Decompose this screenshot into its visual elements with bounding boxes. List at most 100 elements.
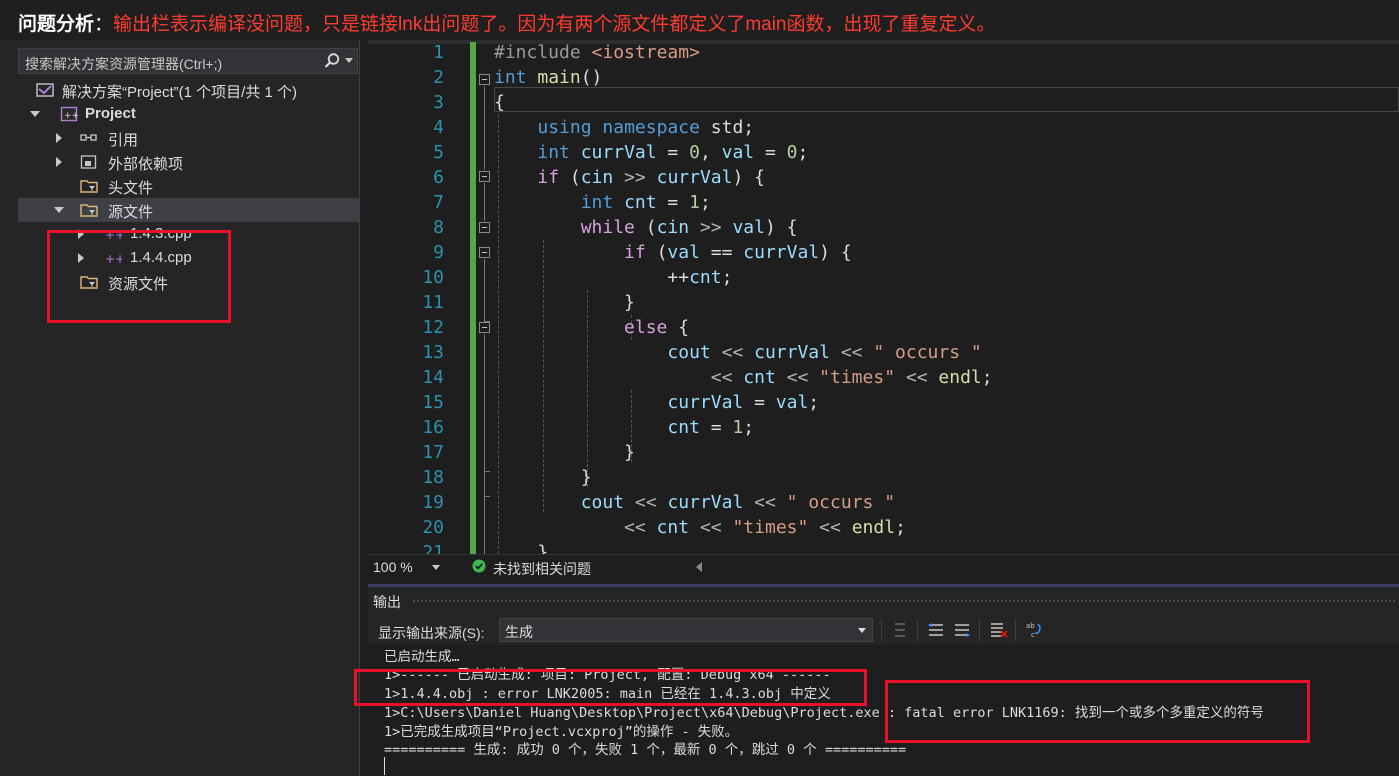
- current-line-highlight: [494, 87, 1399, 112]
- collapse-icon[interactable]: [479, 247, 490, 258]
- solution-label: 解决方案“Project”(1 个项目/共 1 个): [62, 84, 298, 101]
- search-icon[interactable]: [323, 52, 341, 70]
- line-number: 11: [422, 292, 444, 313]
- code-line: int main(): [494, 67, 603, 88]
- scroll-left-icon[interactable]: [696, 562, 702, 572]
- line-number: 4: [433, 117, 444, 138]
- line-number: 19: [422, 492, 444, 513]
- code-line: if (cin >> currVal) {: [537, 167, 765, 188]
- line-number: 20: [422, 517, 444, 538]
- outline-line: [484, 86, 485, 170]
- line-number: 8: [433, 217, 444, 238]
- output-line: 已启动生成…: [384, 649, 460, 665]
- annotation-text: 问题分析：输出栏表示编译没问题，只是链接lnk出问题了。因为有两个源文件都定义了…: [18, 9, 996, 36]
- collapse-icon[interactable]: [479, 171, 490, 182]
- code-editor[interactable]: 1 2 3 4 5 6 7 8 9 10 11 12 13 14 15 16 1…: [368, 40, 1399, 554]
- next-message-icon[interactable]: [952, 620, 972, 640]
- highlight-box-fatal-error: [885, 680, 1310, 743]
- code-line: cout << currVal << " occurs ": [580, 492, 896, 513]
- annotation-banner: 问题分析：输出栏表示编译没问题，只是链接lnk出问题了。因为有两个源文件都定义了…: [0, 0, 1399, 40]
- solution-explorer: 搜索解决方案资源管理器(Ctrl+;) 解决方案“Project”(1 个项目/…: [0, 40, 360, 776]
- toolbar-separator: [917, 619, 918, 641]
- outline-line: [484, 496, 485, 554]
- output-toolbar: 显示输出来源(S): 生成 ab c: [368, 615, 1399, 645]
- tree-item-solution[interactable]: 解决方案“Project”(1 个项目/共 1 个): [18, 78, 360, 102]
- code-line: int currVal = 0, val = 0;: [537, 142, 809, 163]
- line-number: 21: [422, 542, 444, 554]
- source-files-label: 源文件: [108, 204, 154, 221]
- code-line: currVal = val;: [667, 392, 820, 413]
- line-number: 17: [422, 442, 444, 463]
- line-number: 1: [433, 42, 444, 63]
- toolbar-separator: [979, 619, 980, 641]
- code-line: << cnt << "times" << endl;: [624, 517, 906, 538]
- code-line: << cnt << "times" << endl;: [710, 367, 993, 388]
- collapse-icon[interactable]: [479, 322, 490, 333]
- expand-down-icon[interactable]: [54, 207, 64, 213]
- expand-right-icon[interactable]: [56, 133, 62, 143]
- annotation-body: 输出栏表示编译没问题，只是链接lnk出问题了。因为有两个源文件都定义了main函…: [113, 14, 996, 35]
- collapse-icon[interactable]: [479, 222, 490, 233]
- line-number: 6: [433, 167, 444, 188]
- code-line: }: [494, 442, 635, 463]
- panel-grip[interactable]: [412, 599, 1397, 604]
- tree-item-external-dependencies[interactable]: 外部依赖项: [18, 150, 360, 174]
- code-line: int cnt = 1;: [580, 192, 711, 213]
- solution-icon: [36, 83, 54, 97]
- zoom-chevron-down-icon[interactable]: [432, 565, 440, 570]
- highlight-box-error-lnk2005: [354, 669, 867, 706]
- search-input[interactable]: 搜索解决方案资源管理器(Ctrl+;): [18, 48, 358, 74]
- svg-text:c: c: [1031, 631, 1035, 639]
- svg-text:ab: ab: [1026, 622, 1035, 630]
- chevron-down-icon[interactable]: [858, 628, 866, 633]
- tree-item-project[interactable]: ++ Project: [18, 102, 360, 126]
- references-label: 引用: [108, 132, 139, 149]
- search-placeholder: 搜索解决方案资源管理器(Ctrl+;): [25, 56, 223, 72]
- annotation-colon: ：: [94, 14, 114, 35]
- annotation-label: 问题分析: [18, 14, 95, 35]
- outline-end: [484, 471, 490, 472]
- output-title: 输出: [373, 594, 401, 610]
- editor-status-bar: 100 % 未找到相关问题: [368, 554, 1399, 578]
- output-source-label: 显示输出来源(S):: [378, 625, 485, 641]
- tree-item-source-files[interactable]: 源文件: [18, 198, 360, 222]
- code-line: ++cnt;: [494, 267, 733, 288]
- output-source-value: 生成: [505, 624, 533, 640]
- code-line: else {: [624, 317, 690, 338]
- expand-right-icon[interactable]: [56, 157, 62, 167]
- header-files-label: 头文件: [108, 180, 154, 197]
- project-label: Project: [85, 105, 136, 122]
- external-dependencies-icon: [80, 155, 97, 169]
- outline-line: [484, 259, 485, 321]
- highlight-box-source-files: [47, 230, 231, 323]
- project-icon: ++: [60, 106, 78, 122]
- line-number: 15: [422, 392, 444, 413]
- code-line: cout << currVal << " occurs ": [667, 342, 982, 363]
- clear-all-icon[interactable]: [988, 620, 1008, 640]
- output-line: 1>已完成生成项目“Project.vcxproj”的操作 - 失败。: [384, 724, 739, 740]
- line-number: 14: [422, 367, 444, 388]
- go-to-message-icon[interactable]: [890, 620, 910, 640]
- outline-line: [484, 183, 485, 221]
- tree-item-references[interactable]: 引用: [18, 126, 360, 150]
- check-circle-icon: [472, 559, 486, 573]
- line-number: 3: [433, 92, 444, 113]
- collapse-icon[interactable]: [479, 74, 490, 85]
- search-options-chevron-icon[interactable]: [345, 58, 353, 63]
- tree-item-header-files[interactable]: 头文件: [18, 174, 360, 198]
- code-line: {: [494, 92, 505, 113]
- word-wrap-icon[interactable]: ab c: [1024, 620, 1044, 640]
- code-line: cnt = 1;: [667, 417, 755, 438]
- text-cursor: [384, 757, 385, 775]
- issues-status[interactable]: 未找到相关问题: [493, 559, 591, 579]
- code-line: }: [494, 292, 635, 313]
- folder-filter-icon: [80, 180, 98, 193]
- previous-message-icon[interactable]: [926, 620, 946, 640]
- code-line: if (val == currVal) {: [624, 242, 852, 263]
- output-source-select[interactable]: 生成: [499, 618, 873, 642]
- zoom-level[interactable]: 100 %: [373, 559, 413, 575]
- change-tracking-bar: [470, 42, 476, 554]
- expand-down-icon[interactable]: [30, 111, 40, 117]
- code-line: }: [494, 542, 549, 554]
- code-line: while (cin >> val) {: [580, 217, 798, 238]
